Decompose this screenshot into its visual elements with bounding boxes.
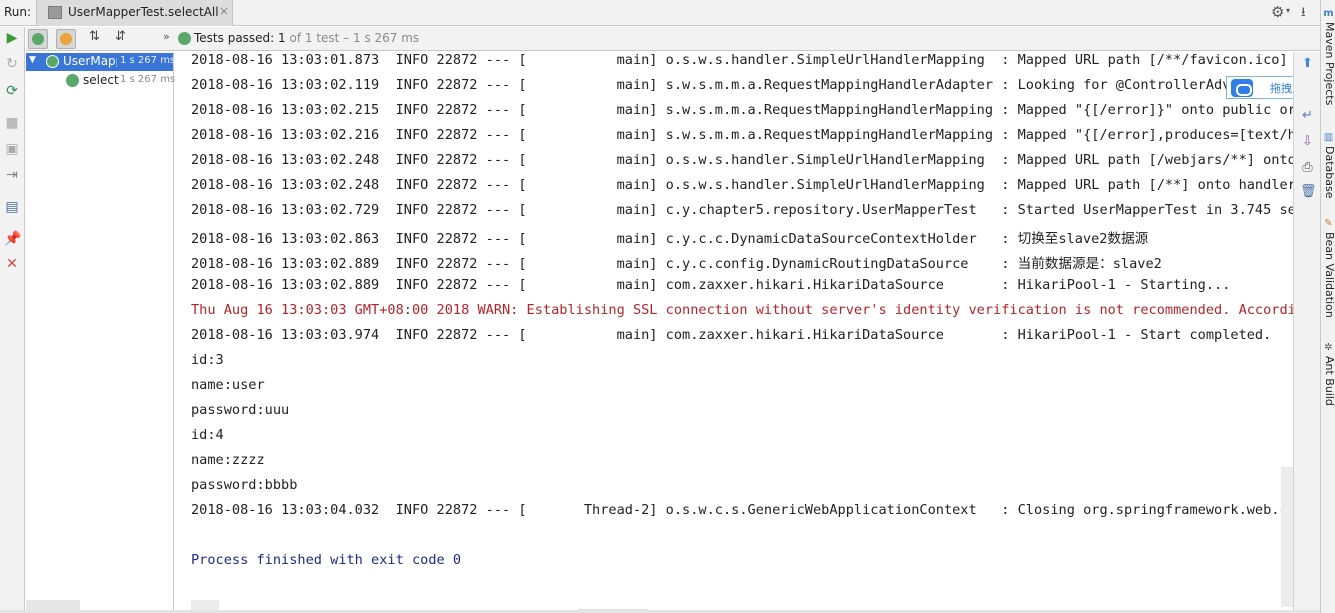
show-passed-button[interactable] [28,29,48,49]
maven-projects-label: Maven Projects [1323,22,1335,106]
ant-build-label: Ant Build [1323,356,1335,406]
sort-by-duration-icon[interactable]: ⇵ [115,29,135,49]
show-ignored-button[interactable] [56,29,76,49]
tests-passed-icon [178,32,191,45]
print-icon[interactable]: ⎙ [1300,160,1315,175]
test-tree: ▼ UserMapperTest 1 s 267 ms select 1 s 2… [26,52,176,613]
run-side-toolbar: ▶ ↻ ⟳ ■ ▣ ⇥ ▤ 📌 ✕ [0,27,25,613]
console-line: 2018-08-16 13:03:02.863 INFO 22872 --- [… [191,231,1149,247]
console-line: 2018-08-16 13:03:02.889 INFO 22872 --- [… [191,277,1231,293]
console-line: 2018-08-16 13:03:02.248 INFO 22872 --- [… [191,177,1293,193]
tab-title: UserMapperTest.selectAll [68,5,219,19]
console-warning-line: Thu Aug 16 13:03:03 GMT+08:00 2018 WARN:… [191,302,1293,318]
test-runner-toolbar: ⇅ ⇵ » Tests passed: 1 of 1 test – 1 s 26… [26,27,1320,51]
scroll-to-end-icon[interactable]: ⇩ [1300,134,1315,149]
right-tool-strip: m Maven Projects ▥ Database ✎ Bean Valid… [1320,0,1335,613]
bean-validation-icon: ✎ [1324,218,1333,229]
trash-icon[interactable]: 🗑 [1300,184,1317,199]
console-line: name:zzzz [191,452,265,468]
database-label: Database [1323,146,1335,199]
console-line: 2018-08-16 13:03:02.889 INFO 22872 --- [… [191,256,1162,272]
hide-panel-icon[interactable]: ⭳ [1301,3,1306,25]
chevron-down-icon[interactable]: ▾ [1286,6,1290,15]
arrow-up-icon[interactable]: ⬆ [1300,56,1315,71]
tab-run-configuration[interactable]: UserMapperTest.selectAll × [36,0,233,26]
run-toolbar: Run: UserMapperTest.selectAll × ⚙ ▾ ⭳ [0,0,1320,26]
close-icon[interactable]: ✕ [4,256,20,272]
console-line: 2018-08-16 13:03:02.119 INFO 22872 --- [… [191,77,1264,93]
test-config-icon [48,6,62,19]
console-line: id:4 [191,427,224,443]
import-tests-icon[interactable]: ⇥ [4,167,20,183]
console-line: id:3 [191,352,224,368]
soft-wrap-icon[interactable]: ↵ [1300,108,1315,123]
console-line: 2018-08-16 13:03:02.216 INFO 22872 --- [… [191,127,1293,143]
ant-icon: ✲ [1324,342,1333,353]
stop-icon[interactable]: ■ [4,115,20,131]
pin-tab-icon[interactable]: 📌 [4,231,21,247]
database-icon: ▥ [1323,132,1334,143]
console-line: password:bbbb [191,477,298,493]
console-output[interactable]: 2018-08-16 13:03:01.873 INFO 22872 --- [… [175,52,1293,613]
console-line: 2018-08-16 13:03:03.974 INFO 22872 --- [… [191,327,1272,343]
restore-layout-icon[interactable]: ▤ [4,199,20,215]
tree-node-label: UserMapperTest [63,54,117,68]
rerun-failed-icon[interactable]: ↻ [4,56,20,72]
expand-arrow-icon[interactable]: ▼ [29,55,36,65]
status-count: 1 [274,31,286,45]
console-line: 2018-08-16 13:03:02.729 INFO 22872 --- [… [191,202,1293,218]
console-toolbar: ⬆ ↵ ⇩ ⎙ 🗑 [1293,52,1320,613]
console-line: name:user [191,377,265,393]
more-actions-icon[interactable]: » [163,30,170,43]
console-line: 2018-08-16 13:03:01.873 INFO 22872 --- [… [191,52,1293,68]
console-vertical-scrollbar[interactable] [1281,467,1293,607]
check-circle-icon [66,74,79,87]
run-label: Run: [4,5,32,19]
check-circle-icon [32,33,44,45]
ignored-icon [60,33,72,45]
maven-icon: m [1323,8,1334,19]
tree-node-duration: 1 s 267 ms [120,74,176,85]
cloud-upload-icon [1231,79,1253,97]
test-status-text: Tests passed: 1 of 1 test – 1 s 267 ms [194,31,419,45]
sort-alphabetically-icon[interactable]: ⇅ [89,29,109,49]
toggle-auto-test-icon[interactable]: ⟳ [4,83,20,99]
console-line: 2018-08-16 13:03:02.215 INFO 22872 --- [… [191,102,1293,118]
check-circle-icon [46,55,59,68]
console-line: 2018-08-16 13:03:02.248 INFO 22872 --- [… [191,152,1293,168]
tree-node-test-method[interactable]: select 1 s 267 ms [26,72,176,90]
status-label: Tests passed: [194,31,275,45]
tree-node-duration: 1 s 267 ms [120,55,176,66]
close-tab-icon[interactable]: × [219,4,229,18]
tree-node-label: select [83,73,119,87]
console-line: password:uuu [191,402,290,418]
gear-icon[interactable]: ⚙ [1271,3,1284,21]
camera-icon[interactable]: ▣ [4,141,20,157]
status-detail: of 1 test – 1 s 267 ms [285,31,420,45]
tree-node-test-class[interactable]: ▼ UserMapperTest 1 s 267 ms [26,53,176,71]
bean-validation-label: Bean Validation [1323,232,1335,318]
console-line: 2018-08-16 13:03:04.032 INFO 22872 --- [… [191,502,1293,518]
process-exit-line: Process finished with exit code 0 [191,552,462,568]
rerun-icon[interactable]: ▶ [4,30,20,46]
